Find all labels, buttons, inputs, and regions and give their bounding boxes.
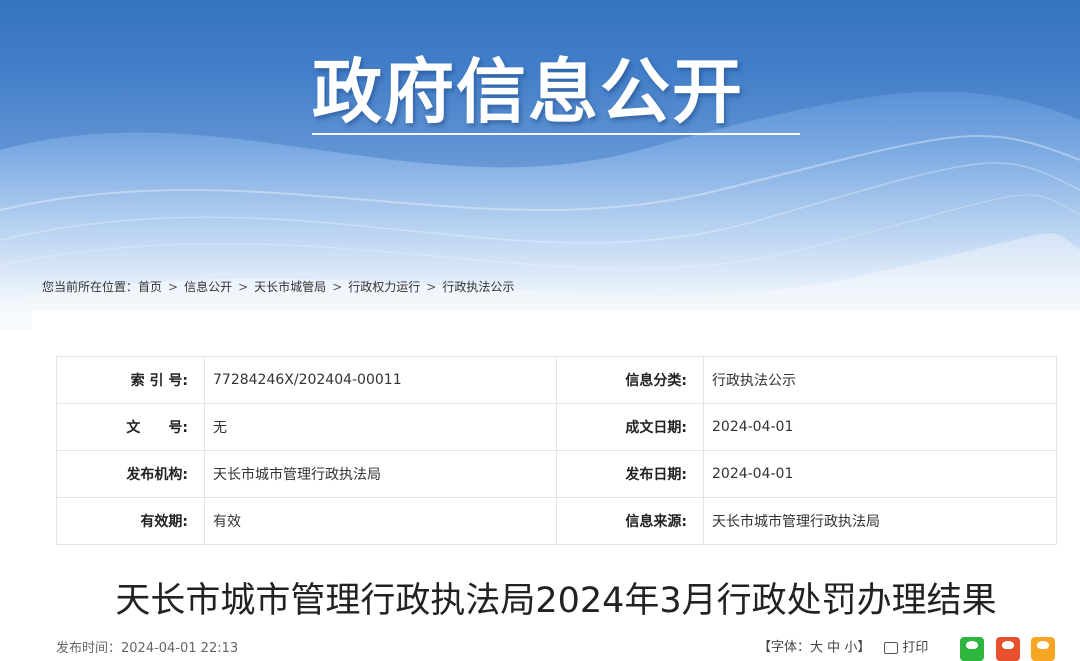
font-size-medium-button[interactable]: 中 (827, 641, 840, 656)
publish-date-value: 2024-04-01 (703, 450, 1057, 498)
document-number-label: 文 号: (56, 403, 205, 451)
wechat-glyph-icon (966, 641, 978, 649)
breadcrumb-info-public[interactable]: 信息公开 (184, 280, 232, 294)
meta-row: 发布机构: 天长市城市管理行政执法局 发布日期: 2024-04-01 (56, 450, 1057, 498)
breadcrumb-admin-power[interactable]: 行政权力运行 (348, 280, 420, 294)
validity-label: 有效期: (56, 497, 205, 545)
breadcrumb-prefix: 您当前所在位置： (42, 280, 139, 294)
document-meta-table: 索 引 号: 77284246X/202404-00011 信息分类: 行政执法… (56, 356, 1057, 545)
article-title: 天长市城市管理行政执法局2024年3月行政处罚办理结果 (115, 581, 997, 621)
qzone-glyph-icon (1037, 641, 1049, 649)
info-source-value: 天长市城市管理行政执法局 (703, 497, 1057, 545)
weibo-glyph-icon (1002, 641, 1014, 649)
print-button[interactable]: 打印 (902, 641, 928, 656)
wechat-icon[interactable] (960, 637, 984, 661)
meta-row: 索 引 号: 77284246X/202404-00011 信息分类: 行政执法… (56, 356, 1057, 404)
breadcrumb-city-bureau[interactable]: 天长市城管局 (254, 280, 326, 294)
font-size-label-end: 】 (857, 640, 871, 655)
breadcrumb-separator: > (168, 280, 179, 294)
document-number-value: 无 (204, 403, 557, 451)
banner-title: 政府信息公开 (312, 51, 744, 133)
validity-value: 有效 (204, 497, 557, 545)
index-number-value: 77284246X/202404-00011 (204, 356, 557, 404)
header-banner: 政府信息公开 您当前所在位置：首页 > 信息公开 > 天长市城管局 > 行政权力运行 > 行政执… (0, 0, 1080, 330)
meta-row: 文 号: 无 成文日期: 2024-04-01 (56, 403, 1057, 451)
print-icon[interactable] (884, 642, 899, 654)
breadcrumb-home[interactable]: 首页 (138, 280, 162, 294)
info-category-label: 信息分类: (556, 356, 704, 404)
qzone-icon[interactable] (1031, 637, 1055, 661)
breadcrumb-separator: > (426, 280, 437, 294)
breadcrumb-separator: > (332, 280, 343, 294)
created-date-label: 成文日期: (556, 403, 704, 451)
meta-row: 有效期: 有效 信息来源: 天长市城市管理行政执法局 (56, 497, 1057, 545)
font-size-label: 【字体： (758, 640, 811, 655)
breadcrumb: 您当前所在位置：首页 > 信息公开 > 天长市城管局 > 行政权力运行 > 行政执法公示 (42, 278, 514, 296)
created-date-value: 2024-04-01 (703, 403, 1057, 451)
index-number-label: 索 引 号: (56, 356, 205, 404)
publishing-org-value: 天长市城市管理行政执法局 (204, 450, 557, 498)
banner-title-underline (312, 133, 800, 135)
info-category-value: 行政执法公示 (703, 356, 1057, 404)
article-tools: 【字体：大 中 小】 打印 (758, 638, 928, 659)
publish-time: 发布时间：2024-04-01 22:13 (56, 641, 239, 656)
breadcrumb-separator: > (238, 280, 249, 294)
publish-date-label: 发布日期: (556, 450, 704, 498)
font-size-large-button[interactable]: 大 (810, 641, 823, 656)
publishing-org-label: 发布机构: (56, 450, 205, 498)
font-size-small-button[interactable]: 小 (844, 641, 857, 656)
info-source-label: 信息来源: (556, 497, 704, 545)
weibo-icon[interactable] (996, 637, 1020, 661)
breadcrumb-enforcement-notice[interactable]: 行政执法公示 (442, 280, 514, 294)
